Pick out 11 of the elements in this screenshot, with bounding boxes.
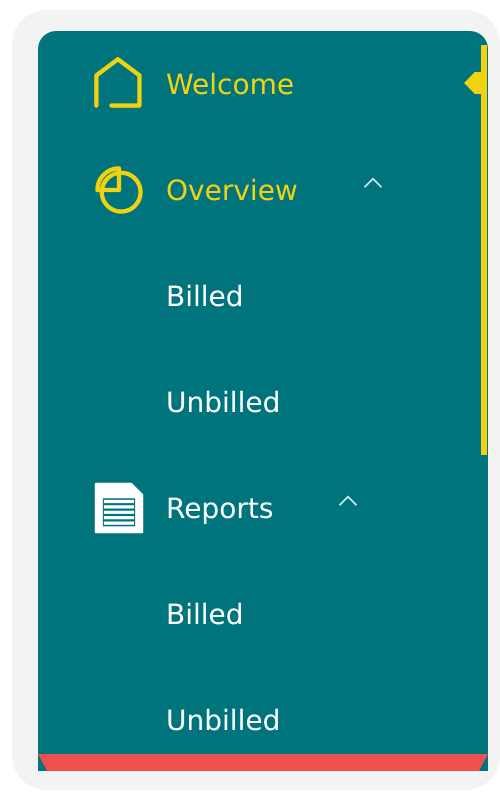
submenu-item[interactable]: Billed bbox=[166, 598, 244, 630]
menu-item[interactable]: Welcome bbox=[166, 68, 294, 100]
document-icon bbox=[92, 480, 146, 536]
submenu-item[interactable]: Unbilled bbox=[166, 386, 280, 418]
submenu-item[interactable]: Unbilled bbox=[166, 704, 280, 736]
menu-item[interactable]: Reports bbox=[166, 492, 274, 524]
chevron-up-icon[interactable] bbox=[337, 495, 360, 507]
submenu-item[interactable]: Billed bbox=[166, 280, 244, 312]
scrollbar[interactable] bbox=[481, 45, 487, 455]
chevron-up-icon[interactable] bbox=[362, 177, 384, 189]
menu-item[interactable]: Overview bbox=[166, 174, 298, 206]
